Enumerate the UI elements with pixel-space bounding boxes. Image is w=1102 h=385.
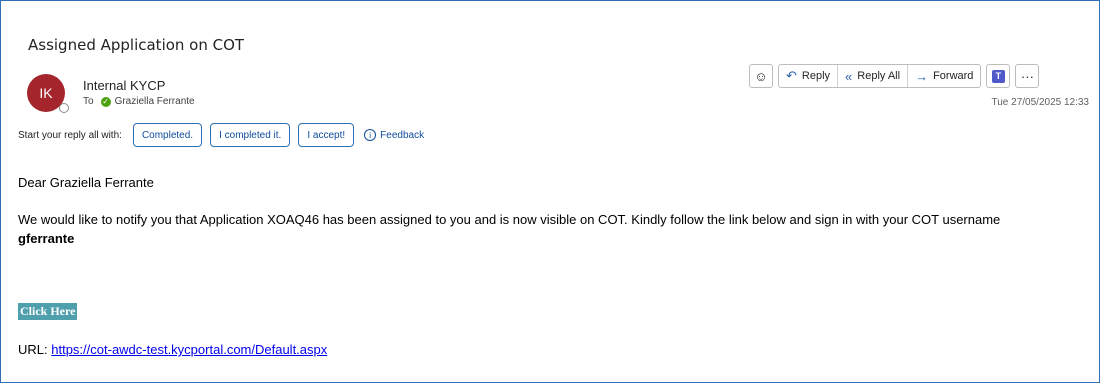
avatar-initials: IK	[39, 85, 53, 101]
forward-label: Forward	[933, 70, 974, 82]
available-status-icon: ✓	[100, 96, 111, 107]
reply-actions-group: ↶ Reply « Reply All → Forward	[778, 64, 982, 88]
recipient-name[interactable]: Graziella Ferrante	[115, 96, 195, 107]
message-greeting-block: Dear Graziella Ferrante	[18, 175, 1098, 190]
url-label: URL:	[18, 342, 48, 357]
suggested-reply-i-accept[interactable]: I accept!	[298, 123, 355, 147]
suggested-replies-bar: Start your reply all with: Completed. I …	[18, 123, 424, 147]
username-text: gferrante	[18, 231, 75, 246]
email-subject: Assigned Application on COT	[28, 36, 245, 54]
reply-arrow-icon: ↶	[786, 68, 797, 83]
reply-all-arrow-icon: «	[845, 68, 853, 84]
reply-label: Reply	[801, 70, 831, 82]
feedback-link[interactable]: i Feedback	[364, 129, 424, 141]
reply-all-button[interactable]: « Reply All	[838, 65, 909, 87]
email-reading-pane: Assigned Application on COT IK Internal …	[0, 0, 1100, 383]
presence-status-icon	[59, 103, 69, 113]
recipient-line: To ✓ Graziella Ferrante	[83, 96, 195, 107]
forward-button[interactable]: → Forward	[908, 65, 980, 87]
smiley-icon: ☺	[754, 68, 768, 84]
sent-datetime: Tue 27/05/2025 12:33	[991, 97, 1090, 108]
portal-url-link[interactable]: https://cot-awdc-test.kycportal.com/Defa…	[51, 342, 327, 357]
ellipsis-icon: ···	[1020, 68, 1034, 84]
url-line: URL: https://cot-awdc-test.kycportal.com…	[18, 342, 327, 357]
teams-icon: T	[991, 69, 1005, 83]
reply-button[interactable]: ↶ Reply	[779, 65, 839, 87]
sender-name[interactable]: Internal KYCP	[83, 78, 165, 93]
teams-share-button[interactable]: T	[986, 64, 1011, 88]
info-icon: i	[364, 129, 377, 141]
suggested-reply-i-completed-it[interactable]: I completed it.	[210, 123, 291, 147]
forward-arrow-icon: →	[915, 68, 929, 84]
greeting-text: Dear Graziella Ferrante	[18, 175, 154, 190]
message-paragraph: We would like to notify you that Applica…	[18, 210, 1100, 248]
more-actions-button[interactable]: ···	[1015, 64, 1040, 88]
reply-all-label: Reply All	[857, 70, 901, 82]
feedback-label: Feedback	[380, 129, 425, 141]
click-here-link[interactable]: Click Here	[18, 303, 78, 320]
to-label: To	[83, 96, 94, 107]
emoji-reaction-button[interactable]: ☺	[749, 64, 773, 88]
suggested-reply-completed[interactable]: Completed.	[132, 123, 203, 147]
message-action-bar: ☺ ↶ Reply « Reply All → Forward T ···	[749, 64, 1040, 88]
notification-text: We would like to notify you that Applica…	[18, 212, 1001, 227]
suggested-reply-prompt: Start your reply all with:	[18, 129, 122, 141]
